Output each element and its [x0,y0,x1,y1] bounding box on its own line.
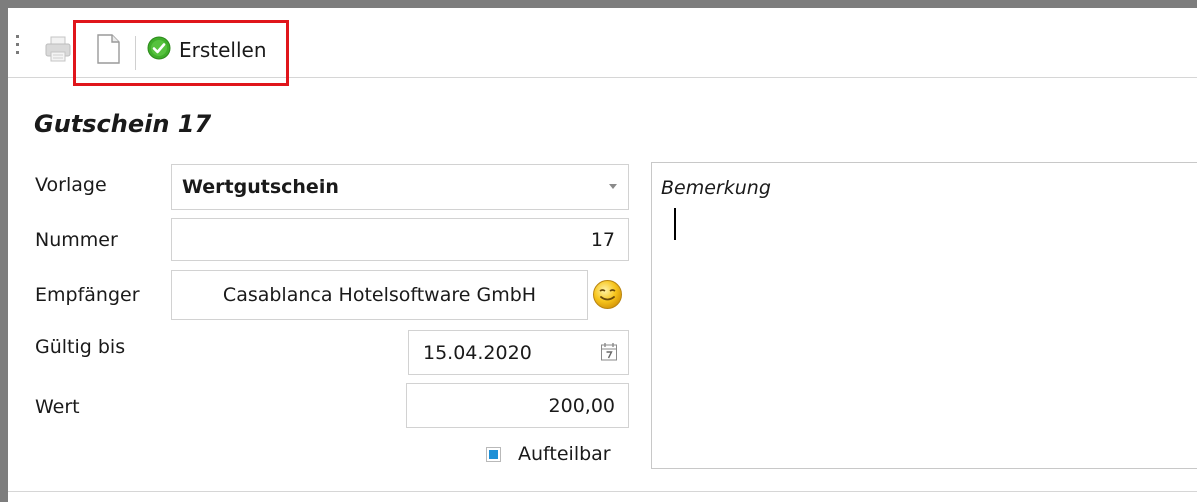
aufteilbar-checkbox[interactable] [486,447,501,462]
wert-field[interactable]: 200,00 [406,383,629,428]
wert-value: 200,00 [548,394,615,417]
bemerkung-placeholder: Bemerkung [661,177,771,199]
calendar-icon[interactable] [600,342,618,367]
gueltig-date-field[interactable]: 15.04.2020 [408,330,629,375]
vorlage-select[interactable]: Wertgutschein [171,164,629,210]
text-cursor [674,208,676,240]
nummer-field[interactable]: 17 [171,218,629,261]
wert-label: Wert [35,396,80,418]
smiley-icon[interactable] [591,278,624,311]
empfaenger-field[interactable]: Casablanca Hotelsoftware GmbH [171,270,588,320]
gueltig-value: 15.04.2020 [423,341,532,364]
empfaenger-label: Empfänger [35,284,140,306]
vorlage-value: Wertgutschein [182,176,339,198]
gueltig-label: Gültig bis [35,336,126,358]
aufteilbar-label: Aufteilbar [518,443,611,465]
page-title: Gutschein 17 [34,110,212,138]
highlight-box [73,20,289,86]
toolbar-grip[interactable] [16,35,20,63]
bemerkung-textarea[interactable]: Bemerkung [651,162,1197,469]
checkbox-fill [489,450,498,459]
chevron-down-icon[interactable] [609,184,617,189]
printer-icon[interactable] [43,34,73,68]
divider [8,491,1197,492]
empfaenger-value: Casablanca Hotelsoftware GmbH [222,284,537,306]
nummer-value: 17 [590,228,615,251]
nummer-label: Nummer [35,229,118,251]
vorlage-label: Vorlage [35,174,107,196]
